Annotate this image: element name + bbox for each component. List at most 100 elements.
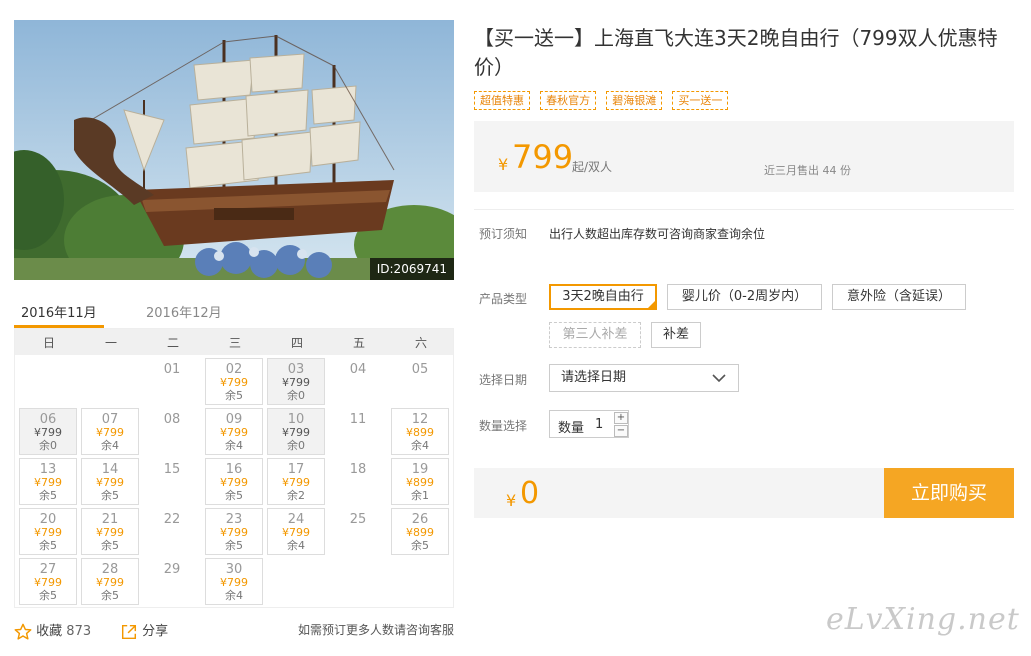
weekday-tue: 二: [166, 336, 179, 350]
price-unit: 起/双人: [572, 160, 613, 174]
day-number: 27: [39, 562, 57, 577]
quantity-plus-button[interactable]: +: [614, 412, 628, 424]
calendar-day[interactable]: 24 ¥799 余4: [267, 508, 325, 555]
calendar-day: 22: [143, 508, 201, 555]
product-photo: ID:2069741: [14, 20, 454, 280]
calendar-day: 08: [143, 408, 201, 455]
day-price: ¥799: [220, 576, 248, 589]
day-price: ¥799: [282, 476, 310, 489]
notice-label: 预订须知: [479, 227, 528, 241]
product-tags: 超值特惠 春秋官方 碧海银滩 买一送一: [474, 91, 734, 111]
day-number: 17: [287, 462, 305, 477]
buy-now-button[interactable]: 立即购买: [884, 468, 1014, 518]
day-price: ¥799: [282, 376, 310, 389]
share-button[interactable]: 分享: [120, 620, 168, 641]
day-price: ¥799: [220, 476, 248, 489]
currency-symbol: ¥: [498, 155, 509, 174]
calendar-day: 25: [329, 508, 387, 555]
day-remaining: 余1: [411, 489, 429, 502]
day-price: ¥799: [34, 476, 62, 489]
tab-2016-12[interactable]: 2016年12月: [146, 302, 222, 321]
calendar-day[interactable]: 30 ¥799 余4: [205, 558, 263, 605]
day-number: 29: [163, 562, 181, 577]
calendar-day[interactable]: 17 ¥799 余2: [267, 458, 325, 505]
day-remaining: 余4: [225, 589, 243, 602]
calendar-day[interactable]: 20 ¥799 余5: [19, 508, 77, 555]
day-remaining: 余2: [287, 489, 305, 502]
day-number: 26: [411, 512, 429, 527]
day-number: 05: [411, 362, 429, 377]
type-option-3d2n[interactable]: 3天2晚自由行: [549, 284, 657, 310]
price-box: ¥ 799 起/双人 近三月售出 44 份: [474, 121, 1014, 192]
day-number: 28: [101, 562, 119, 577]
calendar-day[interactable]: 14 ¥799 余5: [81, 458, 139, 505]
type-option-infant[interactable]: 婴儿价（0-2周岁内）: [667, 284, 822, 310]
day-price: ¥799: [282, 426, 310, 439]
calendar-day[interactable]: 27 ¥799 余5: [19, 558, 77, 605]
calendar-day: 04: [329, 358, 387, 405]
weekday-thu: 四: [290, 336, 303, 350]
calendar-day[interactable]: 07 ¥799 余4: [81, 408, 139, 455]
more-people-note: 如需预订更多人数请咨询客服: [297, 623, 454, 637]
quantity-value[interactable]: 1: [595, 417, 603, 432]
day-price: ¥799: [220, 526, 248, 539]
day-remaining: 余4: [287, 539, 305, 552]
calendar-day[interactable]: 09 ¥799 余4: [205, 408, 263, 455]
date-label: 选择日期: [479, 373, 528, 387]
day-remaining: 余5: [39, 489, 57, 502]
day-remaining: 余0: [39, 439, 57, 452]
calendar-day: 01: [143, 358, 201, 405]
day-number: 06: [39, 412, 57, 427]
calendar-day[interactable]: 19 ¥899 余1: [391, 458, 449, 505]
calendar-day: 03 ¥799 余0: [267, 358, 325, 405]
type-option-supplement[interactable]: 补差: [651, 322, 701, 348]
day-number: 09: [225, 412, 243, 427]
sailing-ship-illustration: [14, 20, 454, 280]
calendar-day[interactable]: 28 ¥799 余5: [81, 558, 139, 605]
quantity-minus-button[interactable]: −: [614, 425, 628, 437]
favorite-label: 收藏: [36, 624, 63, 639]
day-number: 12: [411, 412, 429, 427]
weekday-wed: 三: [228, 336, 241, 350]
type-option-label: 3天2晚自由行: [562, 289, 644, 304]
date-select[interactable]: 请选择日期: [549, 364, 739, 392]
day-price: ¥799: [96, 576, 124, 589]
weekday-sat: 六: [414, 336, 427, 350]
weekday-sun: 日: [42, 336, 55, 350]
notice-text: 出行人数超出库存数可咨询商家查询余位: [549, 227, 766, 241]
quantity-label: 数量选择: [479, 419, 528, 433]
calendar-day[interactable]: 12 ¥899 余4: [391, 408, 449, 455]
day-number: 14: [101, 462, 119, 477]
total-price: 0: [520, 476, 540, 511]
day-price: ¥799: [34, 576, 62, 589]
calendar-day[interactable]: 23 ¥799 余5: [205, 508, 263, 555]
type-option-insurance[interactable]: 意外险（含延误）: [832, 284, 966, 310]
calendar-day: 06 ¥799 余0: [19, 408, 77, 455]
day-remaining: 余4: [101, 439, 119, 452]
calendar-day[interactable]: 21 ¥799 余5: [81, 508, 139, 555]
day-number: 13: [39, 462, 57, 477]
calendar-day: 10 ¥799 余0: [267, 408, 325, 455]
calendar-day[interactable]: 26 ¥899 余5: [391, 508, 449, 555]
tag-bogo: 买一送一: [672, 91, 729, 110]
date-select-value: 请选择日期: [561, 370, 627, 385]
day-number: 21: [101, 512, 119, 527]
calendar-day[interactable]: 16 ¥799 余5: [205, 458, 263, 505]
divider: [474, 209, 1014, 210]
quantity-stepper: 数量 1 + −: [549, 410, 629, 438]
day-remaining: 余4: [225, 439, 243, 452]
day-number: 19: [411, 462, 429, 477]
tab-2016-11[interactable]: 2016年11月: [21, 302, 97, 321]
day-number: 18: [349, 462, 367, 477]
weekday-fri: 五: [352, 336, 365, 350]
day-number: 30: [225, 562, 243, 577]
day-number: 23: [225, 512, 243, 527]
favorite-button[interactable]: 收藏 873: [14, 620, 91, 641]
star-icon: [14, 623, 32, 640]
date-calendar: 日 一 二 三 四 五 六 01 02 ¥799 余5 03 ¥799 余0 04 05 06 ¥7…: [14, 328, 454, 608]
calendar-day: 15: [143, 458, 201, 505]
calendar-day[interactable]: 02 ¥799 余5: [205, 358, 263, 405]
calendar-day[interactable]: 13 ¥799 余5: [19, 458, 77, 505]
day-price: ¥799: [96, 476, 124, 489]
tag-official: 春秋官方: [540, 91, 597, 110]
